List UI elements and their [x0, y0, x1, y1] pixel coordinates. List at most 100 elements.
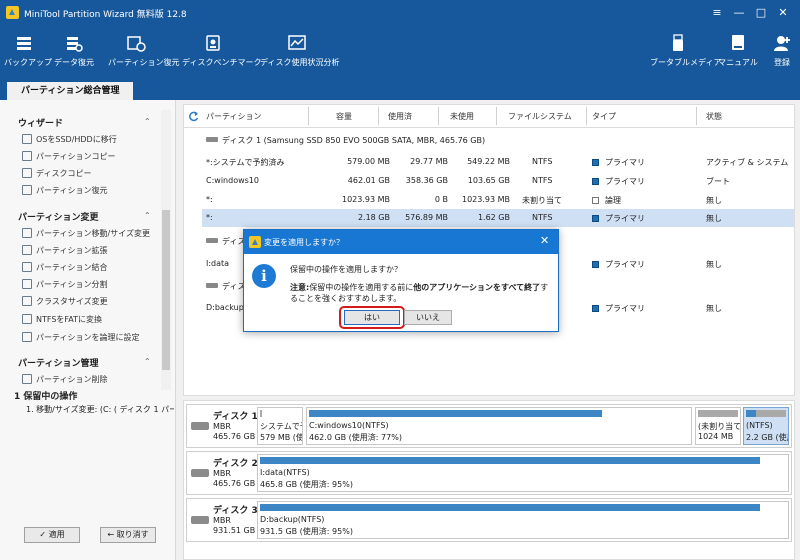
- undo-button[interactable]: ← 取り消す: [100, 527, 156, 543]
- pending-operation-item[interactable]: 1. 移動/サイズ変更: (C: ( ディスク 1 パーテ...: [26, 404, 174, 415]
- close-button[interactable]: ✕: [774, 4, 792, 22]
- col-header-partition[interactable]: パーティション: [206, 111, 262, 122]
- table-row[interactable]: C:windows10 462.01 GB 358.36 GB 103.65 G…: [202, 172, 794, 190]
- toolbar-label: パーティション復元: [108, 58, 180, 67]
- cell-filesystem: NTFS: [532, 176, 553, 185]
- toolbar-data-recovery-button[interactable]: データ復元: [52, 34, 96, 74]
- nav-move-resize[interactable]: パーティション移動/サイズ変更: [22, 228, 150, 242]
- toolbar-label: ブータブルメディア: [650, 58, 722, 67]
- cell-type: プライマリ: [605, 260, 645, 269]
- nav-disk-copy[interactable]: ディスクコピー: [22, 168, 91, 182]
- minimize-button[interactable]: —: [730, 4, 748, 22]
- disk-map-partition-selected[interactable]: (NTFS) 2.2 GB (使用: [743, 407, 789, 445]
- disk-map-partition[interactable]: D:backup(NTFS) 931.5 GB (使用済: 95%): [257, 501, 789, 539]
- nav-partition-recovery[interactable]: パーティション復元: [22, 185, 108, 199]
- disk-scheme: MBR: [213, 469, 231, 478]
- col-header-filesystem[interactable]: ファイルシステム: [508, 111, 572, 122]
- nav-merge[interactable]: パーティション結合: [22, 262, 108, 276]
- nav-label: OSをSSD/HDDに移行: [36, 135, 117, 144]
- refresh-icon[interactable]: [188, 111, 199, 122]
- disk-map-partition[interactable]: C:windows10(NTFS) 462.0 GB (使用済: 77%): [306, 407, 692, 445]
- apply-button[interactable]: ✓ 適用: [24, 527, 80, 543]
- toolbar-manual-button[interactable]: マニュアル: [718, 34, 758, 74]
- dialog-warning: 注意:保留中の操作を適用する前に他のアプリケーションをすべて終了することを強くお…: [290, 282, 552, 304]
- yes-button[interactable]: はい: [344, 310, 400, 325]
- left-panel: ウィザード ⌃ OSをSSD/HDDに移行 パーティションコピー ディスクコピー…: [0, 100, 176, 560]
- section-change-title: パーティション変更: [18, 213, 99, 223]
- collapse-icon[interactable]: ⌃: [144, 211, 151, 220]
- toolbar-partition-recovery-button[interactable]: パーティション復元: [108, 34, 180, 74]
- nav-extend[interactable]: パーティション拡張: [22, 245, 108, 259]
- disk-map-row[interactable]: ディスク 3 MBR 931.51 GB D:backup(NTFS) 931.…: [186, 498, 792, 542]
- partition-label: C:windows10(NTFS): [309, 421, 389, 430]
- toolbar-space-analyzer-button[interactable]: ディスク使用状況分析: [260, 34, 339, 74]
- col-header-type[interactable]: タイプ: [592, 111, 616, 122]
- disk-map-row[interactable]: ディスク 2 MBR 465.76 GB I:data(NTFS) 465.8 …: [186, 451, 792, 495]
- table-row[interactable]: *:システムで予約済み 579.00 MB 29.77 MB 549.22 MB…: [202, 153, 794, 171]
- disk-header-label: ディスク 1 (Samsung SSD 850 EVO 500GB SATA, …: [222, 136, 486, 145]
- nav-partition-copy[interactable]: パーティションコピー: [22, 151, 116, 165]
- nav-delete-partition[interactable]: パーティション削除: [22, 374, 108, 388]
- disk-map-partition[interactable]: システムで予約 579 MB (使): [257, 407, 303, 445]
- nav-migrate-os[interactable]: OSをSSD/HDDに移行: [22, 134, 117, 148]
- disk-benchmark-icon: [206, 35, 220, 51]
- cell-type: 論理: [605, 196, 621, 205]
- tab-partition-management[interactable]: パーティション総合管理: [7, 82, 134, 100]
- partition-recovery-icon: [127, 36, 146, 52]
- nav-label: パーティション分割: [36, 280, 108, 289]
- type-square-icon: [592, 305, 599, 312]
- disk-map-row[interactable]: ディスク 1 MBR 465.76 GB システムで予約 579 MB (使) …: [186, 404, 792, 448]
- menu-icon[interactable]: ≡: [708, 4, 726, 22]
- disk-map-partition[interactable]: (未割り当て) 1024 MB: [695, 407, 741, 445]
- left-scrollbar[interactable]: [161, 110, 171, 390]
- convert-icon: [22, 314, 32, 324]
- disk-icon: [206, 137, 218, 142]
- pending-operations-title: 1 保留中の操作: [14, 392, 78, 402]
- col-header-status[interactable]: 状態: [706, 111, 722, 122]
- disk-map-partition[interactable]: I:data(NTFS) 465.8 GB (使用済: 95%): [257, 454, 789, 492]
- data-recovery-icon: [67, 37, 83, 52]
- nav-split[interactable]: パーティション分割: [22, 279, 108, 293]
- toolbar-bootable-media-button[interactable]: ブータブルメディア: [650, 34, 722, 74]
- collapse-icon[interactable]: ⌃: [144, 357, 151, 366]
- table-row-selected[interactable]: *: 2.18 GB 576.89 MB 1.62 GB NTFS プライマリ …: [202, 209, 794, 227]
- maximize-button[interactable]: □: [752, 4, 770, 22]
- dialog-close-icon[interactable]: ✕: [540, 234, 549, 247]
- disk-header-1[interactable]: ディスク 1 (Samsung SSD 850 EVO 500GB SATA, …: [206, 135, 485, 149]
- cell-status: 無し: [706, 304, 722, 313]
- space-analyzer-icon: [288, 35, 306, 50]
- col-header-unused[interactable]: 未使用: [450, 111, 474, 122]
- cell-partition: D:backup: [206, 303, 244, 312]
- cell-partition: *:システムで予約済み: [206, 158, 285, 167]
- usage-bar: [260, 457, 760, 464]
- app-logo-icon: [249, 236, 261, 248]
- usage-bar: [698, 410, 738, 417]
- merge-icon: [22, 262, 32, 272]
- cell-filesystem: NTFS: [532, 213, 553, 222]
- collapse-icon[interactable]: ⌃: [144, 117, 151, 126]
- toolbar-label: マニュアル: [718, 58, 758, 67]
- table-row[interactable]: *: 1023.93 MB 0 B 1023.93 MB 未割り当て 論理 無し: [202, 191, 794, 209]
- toolbar-label: ディスクベンチマーク: [182, 58, 262, 67]
- col-header-capacity[interactable]: 容量: [336, 111, 352, 122]
- nav-ntfs-to-fat[interactable]: NTFSをFATに変換: [22, 314, 102, 328]
- col-header-used[interactable]: 使用済: [388, 111, 412, 122]
- toolbar-backup-button[interactable]: バックアップ: [4, 34, 52, 74]
- partition-size: 465.8 GB (使用済: 95%): [260, 480, 353, 489]
- nav-cluster-size[interactable]: クラスタサイズ変更: [22, 296, 108, 310]
- nav-label: パーティションを論理に設定: [36, 333, 140, 342]
- partition-size: 1024 MB: [698, 432, 734, 441]
- toolbar-register-button[interactable]: 登録: [768, 34, 796, 74]
- nav-label: パーティション復元: [36, 186, 108, 195]
- bootable-media-icon: [673, 34, 683, 51]
- scrollbar-thumb[interactable]: [162, 210, 170, 370]
- no-button[interactable]: いいえ: [404, 310, 452, 325]
- move-resize-icon: [22, 228, 32, 238]
- toolbar-disk-benchmark-button[interactable]: ディスクベンチマーク: [182, 34, 262, 74]
- disk-map: ディスク 1 MBR 465.76 GB システムで予約 579 MB (使) …: [183, 400, 795, 560]
- nav-label: クラスタサイズ変更: [36, 297, 108, 306]
- warning-label: 注意:: [290, 283, 310, 292]
- split-icon: [22, 279, 32, 289]
- disk-scheme: MBR: [213, 422, 231, 431]
- nav-set-logical[interactable]: パーティションを論理に設定: [22, 332, 140, 346]
